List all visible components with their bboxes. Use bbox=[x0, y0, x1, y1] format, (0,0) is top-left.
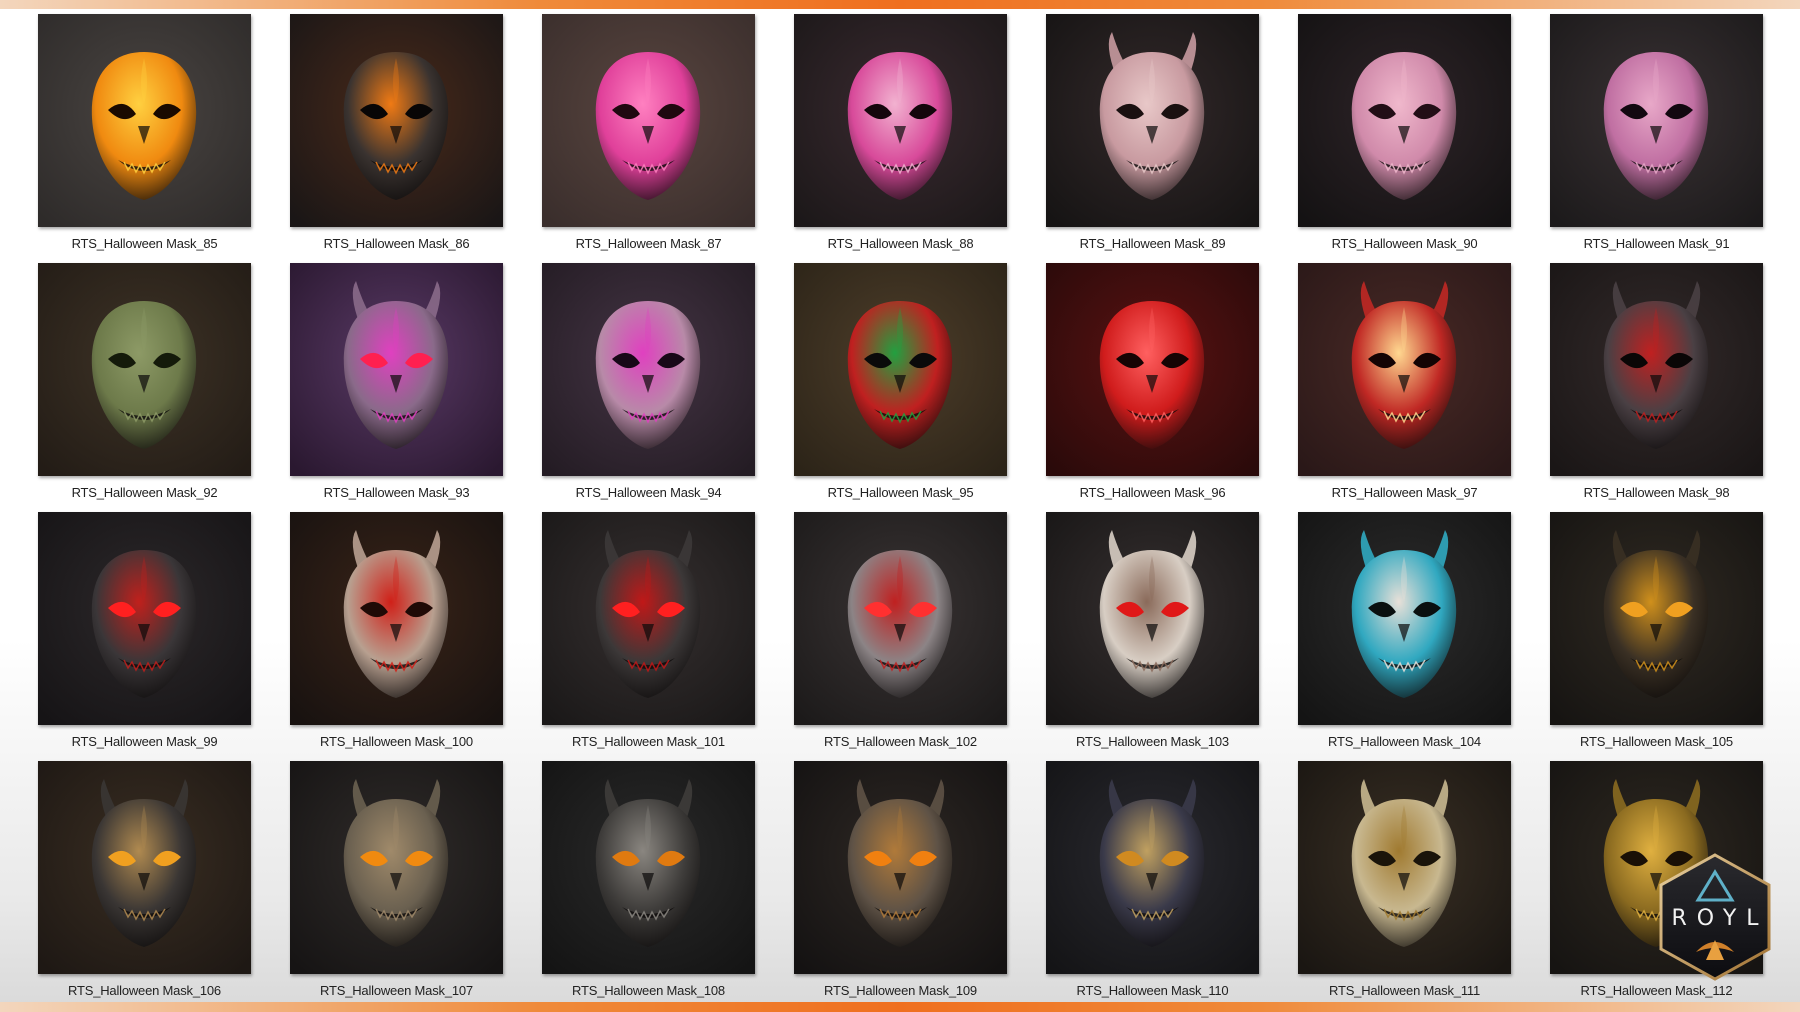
file-name-label: RTS_Halloween Mask_110 bbox=[1076, 983, 1229, 998]
file-thumbnail[interactable]: RTS_Halloween Mask_110 bbox=[1046, 761, 1259, 1010]
file-name-label: RTS_Halloween Mask_103 bbox=[1076, 734, 1229, 749]
thumbnail-grid: RTS_Halloween Mask_85 RTS_Halloween Mask… bbox=[38, 14, 1763, 1010]
mask-image[interactable] bbox=[1298, 512, 1511, 725]
file-name-label: RTS_Halloween Mask_96 bbox=[1079, 485, 1226, 500]
mask-image[interactable] bbox=[542, 14, 755, 227]
mask-image[interactable] bbox=[1046, 14, 1259, 227]
file-name-label: RTS_Halloween Mask_105 bbox=[1580, 734, 1733, 749]
file-name-label: RTS_Halloween Mask_86 bbox=[323, 236, 470, 251]
file-thumbnail[interactable]: RTS_Halloween Mask_101 bbox=[542, 512, 755, 761]
file-thumbnail[interactable]: RTS_Halloween Mask_96 bbox=[1046, 263, 1259, 512]
file-name-label: RTS_Halloween Mask_111 bbox=[1329, 983, 1480, 998]
file-thumbnail[interactable]: RTS_Halloween Mask_93 bbox=[290, 263, 503, 512]
file-thumbnail[interactable]: RTS_Halloween Mask_106 bbox=[38, 761, 251, 1010]
file-thumbnail[interactable]: RTS_Halloween Mask_102 bbox=[794, 512, 1007, 761]
file-thumbnail[interactable]: RTS_Halloween Mask_109 bbox=[794, 761, 1007, 1010]
file-thumbnail[interactable]: RTS_Halloween Mask_97 bbox=[1298, 263, 1511, 512]
mask-image[interactable] bbox=[794, 512, 1007, 725]
file-name-label: RTS_Halloween Mask_102 bbox=[824, 734, 977, 749]
mask-image[interactable] bbox=[1046, 263, 1259, 476]
file-name-label: RTS_Halloween Mask_99 bbox=[71, 734, 218, 749]
file-name-label: RTS_Halloween Mask_89 bbox=[1079, 236, 1226, 251]
file-name-label: RTS_Halloween Mask_101 bbox=[572, 734, 725, 749]
file-thumbnail[interactable]: RTS_Halloween Mask_107 bbox=[290, 761, 503, 1010]
royl-logo: ROYL bbox=[1656, 852, 1774, 982]
mask-image[interactable] bbox=[1046, 512, 1259, 725]
file-name-label: RTS_Halloween Mask_93 bbox=[323, 485, 470, 500]
mask-image[interactable] bbox=[542, 263, 755, 476]
file-thumbnail[interactable]: RTS_Halloween Mask_98 bbox=[1550, 263, 1763, 512]
file-name-label: RTS_Halloween Mask_112 bbox=[1580, 983, 1733, 998]
file-thumbnail[interactable]: RTS_Halloween Mask_86 bbox=[290, 14, 503, 263]
mask-image[interactable] bbox=[542, 512, 755, 725]
file-name-label: RTS_Halloween Mask_90 bbox=[1331, 236, 1478, 251]
file-thumbnail[interactable]: RTS_Halloween Mask_94 bbox=[542, 263, 755, 512]
mask-image[interactable] bbox=[1298, 263, 1511, 476]
file-thumbnail[interactable]: RTS_Halloween Mask_95 bbox=[794, 263, 1007, 512]
mask-image[interactable] bbox=[38, 512, 251, 725]
file-name-label: RTS_Halloween Mask_87 bbox=[575, 236, 722, 251]
file-thumbnail[interactable]: RTS_Halloween Mask_91 bbox=[1550, 14, 1763, 263]
file-name-label: RTS_Halloween Mask_100 bbox=[320, 734, 473, 749]
mask-image[interactable] bbox=[1550, 512, 1763, 725]
mask-image[interactable] bbox=[794, 14, 1007, 227]
mask-image[interactable] bbox=[1550, 263, 1763, 476]
file-name-label: RTS_Halloween Mask_98 bbox=[1583, 485, 1730, 500]
logo-wordmark: ROYL bbox=[1671, 906, 1769, 931]
mask-image[interactable] bbox=[38, 761, 251, 974]
mask-image[interactable] bbox=[38, 14, 251, 227]
mask-image[interactable] bbox=[794, 761, 1007, 974]
file-thumbnail[interactable]: RTS_Halloween Mask_104 bbox=[1298, 512, 1511, 761]
file-name-label: RTS_Halloween Mask_85 bbox=[71, 236, 218, 251]
file-name-label: RTS_Halloween Mask_94 bbox=[575, 485, 722, 500]
mask-image[interactable] bbox=[290, 14, 503, 227]
mask-image[interactable] bbox=[1550, 14, 1763, 227]
file-thumbnail[interactable]: RTS_Halloween Mask_88 bbox=[794, 14, 1007, 263]
file-thumbnail[interactable]: RTS_Halloween Mask_111 bbox=[1298, 761, 1511, 1010]
file-thumbnail[interactable]: RTS_Halloween Mask_103 bbox=[1046, 512, 1259, 761]
file-name-label: RTS_Halloween Mask_91 bbox=[1583, 236, 1730, 251]
file-name-label: RTS_Halloween Mask_108 bbox=[572, 983, 725, 998]
file-thumbnail[interactable]: RTS_Halloween Mask_92 bbox=[38, 263, 251, 512]
file-thumbnail[interactable]: RTS_Halloween Mask_90 bbox=[1298, 14, 1511, 263]
file-thumbnail[interactable]: RTS_Halloween Mask_87 bbox=[542, 14, 755, 263]
file-thumbnail[interactable]: RTS_Halloween Mask_108 bbox=[542, 761, 755, 1010]
file-thumbnail[interactable]: RTS_Halloween Mask_89 bbox=[1046, 14, 1259, 263]
mask-image[interactable] bbox=[290, 263, 503, 476]
mask-image[interactable] bbox=[794, 263, 1007, 476]
top-accent-bar bbox=[0, 0, 1800, 9]
mask-image[interactable] bbox=[1298, 761, 1511, 974]
file-name-label: RTS_Halloween Mask_109 bbox=[824, 983, 977, 998]
file-name-label: RTS_Halloween Mask_97 bbox=[1331, 485, 1478, 500]
file-thumbnail[interactable]: RTS_Halloween Mask_85 bbox=[38, 14, 251, 263]
bottom-accent-bar bbox=[0, 1002, 1800, 1012]
mask-image[interactable] bbox=[38, 263, 251, 476]
file-name-label: RTS_Halloween Mask_88 bbox=[827, 236, 974, 251]
file-name-label: RTS_Halloween Mask_106 bbox=[68, 983, 221, 998]
file-name-label: RTS_Halloween Mask_104 bbox=[1328, 734, 1481, 749]
mask-image[interactable] bbox=[290, 761, 503, 974]
mask-image[interactable] bbox=[1046, 761, 1259, 974]
file-name-label: RTS_Halloween Mask_107 bbox=[320, 983, 473, 998]
mask-image[interactable] bbox=[290, 512, 503, 725]
mask-image[interactable] bbox=[542, 761, 755, 974]
mask-image[interactable] bbox=[1298, 14, 1511, 227]
file-thumbnail[interactable]: RTS_Halloween Mask_99 bbox=[38, 512, 251, 761]
file-name-label: RTS_Halloween Mask_95 bbox=[827, 485, 974, 500]
file-thumbnail[interactable]: RTS_Halloween Mask_100 bbox=[290, 512, 503, 761]
file-name-label: RTS_Halloween Mask_92 bbox=[71, 485, 218, 500]
file-thumbnail[interactable]: RTS_Halloween Mask_105 bbox=[1550, 512, 1763, 761]
